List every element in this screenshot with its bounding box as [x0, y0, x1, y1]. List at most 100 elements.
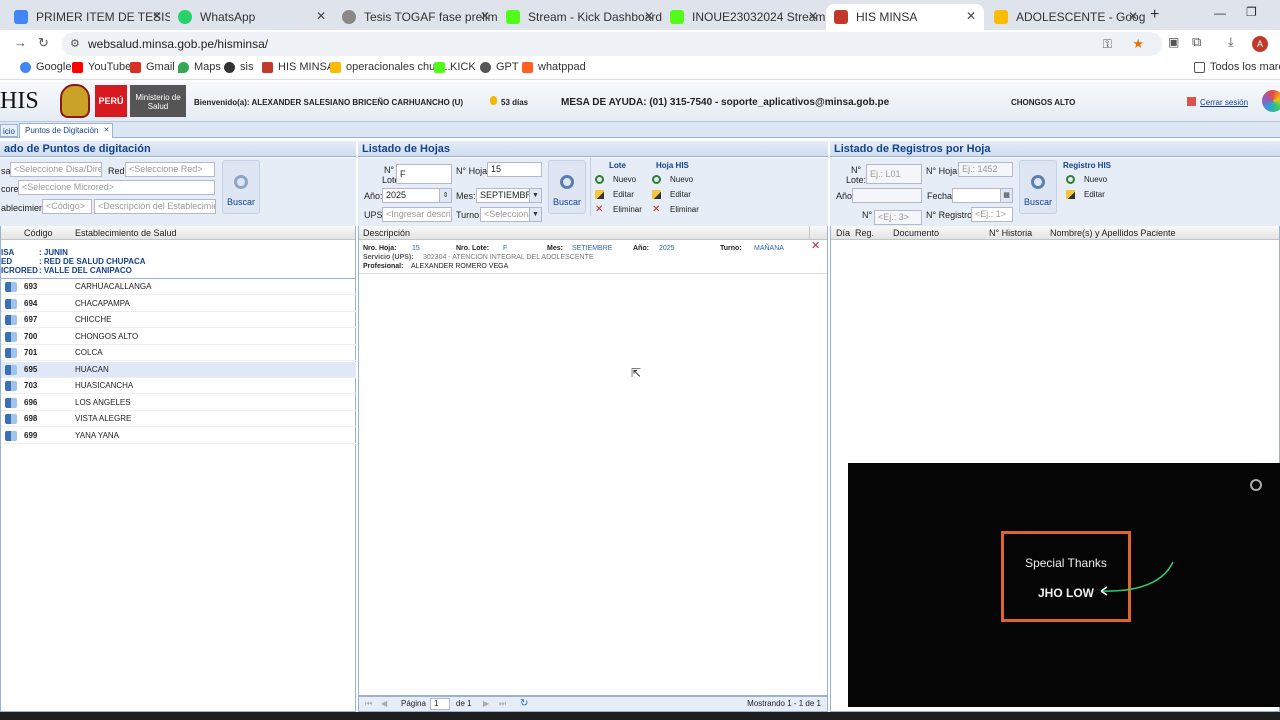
chevron-down-icon[interactable]: ▼: [529, 208, 541, 221]
red-select[interactable]: <Seleccione Red>: [125, 162, 215, 177]
extensions-icon[interactable]: ⧉: [1192, 34, 1201, 50]
bookmark-youtube[interactable]: YouTube: [72, 61, 131, 73]
left-search-button[interactable]: Buscar: [222, 160, 260, 214]
key-icon[interactable]: ⚿: [1103, 32, 1112, 56]
fecha-input[interactable]: ▦: [952, 188, 1013, 203]
col-reg[interactable]: Reg.: [855, 226, 874, 240]
col-dia[interactable]: Día: [836, 226, 850, 240]
lote-edit-button[interactable]: Editar: [595, 190, 634, 199]
reg-anio-input[interactable]: [852, 188, 922, 203]
bookmark-gpt[interactable]: GPT: [480, 61, 519, 73]
close-icon[interactable]: ✕: [1128, 9, 1138, 23]
hoja-input[interactable]: 15: [487, 162, 542, 177]
close-icon[interactable]: ✕: [480, 9, 490, 23]
chevron-down-icon[interactable]: ▼: [529, 189, 541, 202]
bookmark-whatppad[interactable]: whatppad: [522, 61, 586, 73]
hoja-delete-button[interactable]: ✕ Eliminar: [652, 205, 699, 215]
table-row[interactable]: 693 CARHUACALLANGA: [1, 279, 356, 295]
col-codigo[interactable]: Código: [24, 226, 53, 240]
reg-lote-input[interactable]: Ej.: L01: [866, 164, 922, 184]
table-row[interactable]: 698 VISTA ALEGRE: [1, 411, 356, 427]
browser-tab-6-active[interactable]: HIS MINSA ✕: [826, 4, 984, 30]
bookmark-kick[interactable]: KICK: [434, 61, 476, 73]
browser-tab-7[interactable]: ADOLESCENTE - Google Drive✕: [986, 4, 1146, 30]
reload-icon[interactable]: ↻: [38, 35, 49, 51]
page-input[interactable]: 1: [430, 698, 450, 710]
col-historia[interactable]: N° Historia: [989, 226, 1032, 240]
tab-puntos-digitacion[interactable]: Puntos de Digitación ✕: [19, 123, 114, 138]
table-row[interactable]: 700 CHONGOS ALTO: [1, 329, 356, 345]
lote-new-button[interactable]: Nuevo: [595, 175, 636, 184]
col-nombre[interactable]: Nombre(s) y Apellidos Paciente: [1050, 226, 1176, 240]
col-establecimiento[interactable]: Establecimiento de Salud: [75, 226, 177, 240]
hoja-record[interactable]: Nro. Hoja: 15 Nro. Lote: F Mes: SETIEMBR…: [359, 241, 827, 274]
download-icon[interactable]: ⤓: [1228, 34, 1234, 50]
bookmark-sis[interactable]: sis: [224, 61, 253, 73]
disa-select[interactable]: <Seleccione Disa/Direc: [10, 162, 102, 177]
first-page-icon[interactable]: ⏮: [365, 697, 372, 711]
table-row[interactable]: 694 CHACAPAMPA: [1, 296, 356, 312]
tab-inicio[interactable]: icio: [0, 124, 19, 137]
ups-input[interactable]: <Ingresar descripc: [382, 207, 452, 222]
turno-select[interactable]: <Selecciona ▼: [480, 207, 542, 222]
codigo-input[interactable]: <Código>: [42, 199, 92, 214]
forward-arrow-icon[interactable]: →: [14, 35, 27, 50]
bookmark-google[interactable]: Google: [20, 61, 71, 73]
refresh-icon[interactable]: ↻: [520, 697, 528, 711]
table-row[interactable]: 701 COLCA: [1, 345, 356, 361]
cast-icon[interactable]: ▣: [1168, 35, 1179, 49]
browser-tab-3[interactable]: Tesis TOGAF fase preliminar✕: [334, 4, 498, 30]
close-icon[interactable]: ✕: [808, 9, 818, 23]
calendar-icon[interactable]: ▦: [1000, 189, 1012, 202]
descripcion-input[interactable]: <Descripción del Establecimiento>: [94, 199, 216, 214]
bookmark-gmail[interactable]: Gmail: [130, 61, 175, 73]
table-row[interactable]: 696 LOS ANGELES: [1, 395, 356, 411]
prev-page-icon[interactable]: ◀: [381, 697, 387, 711]
close-icon[interactable]: ✕: [644, 9, 654, 23]
logout-icon[interactable]: [1187, 97, 1196, 106]
mes-select[interactable]: SEPTIEMBRE ▼: [476, 188, 542, 203]
search-icon[interactable]: [1250, 479, 1262, 491]
site-settings-icon[interactable]: ⚙: [70, 32, 80, 56]
last-page-icon[interactable]: ⏭: [499, 697, 506, 711]
table-row[interactable]: 697 CHICCHE: [1, 312, 356, 328]
table-row[interactable]: 703 HUASICANCHA: [1, 378, 356, 394]
table-row[interactable]: 699 YANA YANA: [1, 428, 356, 444]
microred-select[interactable]: <Seleccione Microred>: [18, 180, 215, 195]
profile-avatar[interactable]: A: [1252, 36, 1268, 52]
registro-new-button[interactable]: Nuevo: [1066, 175, 1107, 184]
close-icon[interactable]: ✕: [966, 9, 976, 23]
reg-registro-input[interactable]: <Ej.: 1>: [971, 207, 1013, 222]
bookmark-maps[interactable]: Maps: [178, 61, 221, 73]
col-documento[interactable]: Documento: [893, 226, 939, 240]
anio-spinner[interactable]: 2025 ⇕: [382, 188, 452, 203]
table-row[interactable]: 695 HUACAN: [1, 361, 356, 378]
logout-link[interactable]: Cerrar sesión: [1200, 98, 1248, 107]
lote-delete-button[interactable]: ✕ Eliminar: [595, 205, 642, 215]
reg-n-input[interactable]: <Ej.: 3>: [874, 210, 922, 225]
bookmark-operacionales[interactable]: operacionales chup...: [330, 61, 451, 73]
spinner-arrows-icon[interactable]: ⇕: [439, 189, 451, 202]
lote-input[interactable]: F: [396, 164, 452, 184]
close-icon[interactable]: ✕: [316, 9, 326, 23]
close-icon[interactable]: ✕: [104, 124, 110, 138]
new-tab-plus-icon[interactable]: +: [1150, 6, 1159, 24]
close-icon[interactable]: ✕: [152, 9, 162, 23]
all-bookmarks[interactable]: Todos los marcadores: [1194, 61, 1280, 73]
hoja-edit-button[interactable]: Editar: [652, 190, 691, 199]
browser-tab-4[interactable]: Stream - Kick Dashboard ✕: [498, 4, 662, 30]
restore-icon[interactable]: ❐: [1246, 5, 1257, 19]
url-field[interactable]: ⚙ websalud.minsa.gob.pe/hisminsa/ ⚿ ★: [62, 32, 1162, 56]
reg-hoja-input[interactable]: Ej.: 1452: [958, 162, 1013, 177]
hojas-search-button[interactable]: Buscar: [548, 160, 586, 214]
hoja-new-button[interactable]: Nuevo: [652, 175, 693, 184]
delete-record-icon[interactable]: ✕: [811, 241, 820, 252]
browser-tab-1[interactable]: PRIMER ITEM DE TESIS - Docum✕: [6, 4, 170, 30]
next-page-icon[interactable]: ▶: [483, 697, 489, 711]
minimize-icon[interactable]: —: [1214, 6, 1226, 20]
browser-tab-5[interactable]: INOUE23032024 Stream - Watc✕: [662, 4, 826, 30]
col-descripcion[interactable]: Descripción: [363, 226, 410, 240]
browser-tab-2[interactable]: WhatsApp ✕: [170, 4, 334, 30]
registros-search-button[interactable]: Buscar: [1019, 160, 1057, 214]
star-icon[interactable]: ★: [1132, 32, 1144, 56]
